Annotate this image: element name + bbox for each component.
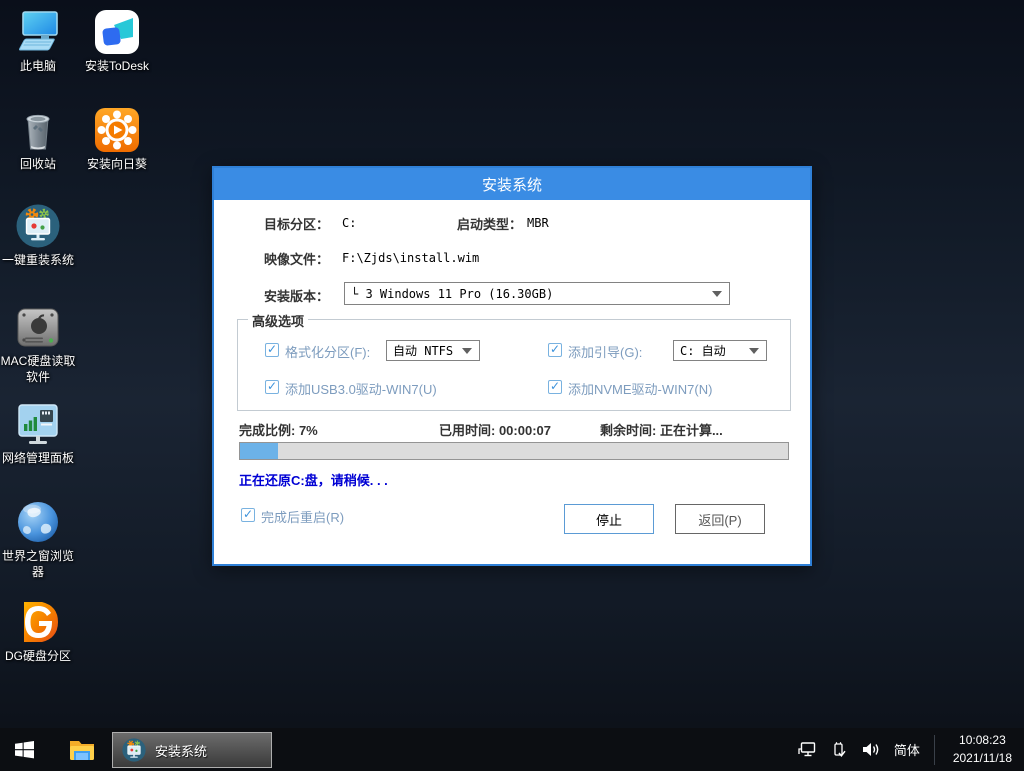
clock[interactable]: 10:08:23 2021/11/18 [949,732,1016,767]
install-system-dialog: 安装系统 目标分区： C: 启动类型： MBR 映像文件： F:\Zjds\in… [212,166,812,566]
reboot-after-finish-checkbox[interactable] [241,508,255,522]
sunflower-icon [93,106,141,154]
desktop-icon-label: 安装ToDesk [85,59,149,75]
image-file-label: 映像文件： [264,249,329,268]
desktop-icon-recycle-bin[interactable]: 回收站 [0,106,76,173]
boot-type-label: 启动类型： [457,214,522,233]
boot-target-select[interactable]: C: 自动 [673,340,767,361]
desktop-icon-mac-disk[interactable]: MAC硬盘读取软件 [0,303,76,385]
desktop-icon-label: MAC硬盘读取软件 [0,354,76,385]
nvme-driver-label: 添加NVME驱动-WIN7(N) [568,379,712,398]
reboot-after-finish-label: 完成后重启(R) [261,507,344,526]
desktop-icon-label: DG硬盘分区 [5,649,71,665]
clock-date: 2021/11/18 [953,751,1012,765]
dialog-titlebar[interactable]: 安装系统 [214,168,810,200]
chevron-down-icon [749,348,759,354]
image-file-value: F:\Zjds\install.wim [342,251,479,265]
chevron-down-icon [462,348,472,354]
format-partition-label: 格式化分区(F): [285,342,370,361]
format-type-select[interactable]: 自动 NTFS [386,340,480,361]
advanced-options-group: 高级选项 格式化分区(F): 自动 NTFS 添加引导(G): C: 自动 添加… [237,319,791,411]
format-partition-checkbox[interactable] [265,343,279,357]
this-pc-icon [14,8,62,56]
progress-percent-label: 完成比例: 7% [239,420,318,439]
reinstall-system-icon [14,202,62,250]
install-version-select[interactable]: └ 3 Windows 11 Pro (16.30GB) [344,282,730,305]
world-browser-icon [14,498,62,546]
add-boot-checkbox[interactable] [548,343,562,357]
chevron-down-icon [712,291,722,297]
desktop-icon-label: 一键重装系统 [2,253,74,269]
usb3-driver-label: 添加USB3.0驱动-WIN7(U) [285,379,437,398]
desktop-icon-network-panel[interactable]: 网络管理面板 [0,400,76,467]
file-explorer-icon [68,738,96,762]
install-version-value: └ 3 Windows 11 Pro (16.30GB) [351,287,553,301]
diskgenius-icon [14,598,62,646]
taskbar-task-install-system[interactable]: 安装系统 [112,732,272,768]
progress-remaining-label: 剩余时间: 正在计算... [600,420,723,439]
desktop-icon-diskgenius[interactable]: DG硬盘分区 [0,598,76,665]
volume-tray-icon[interactable] [861,741,880,758]
format-type-value: 自动 NTFS [393,342,453,359]
status-text: 正在还原C:盘，请稍候. . . [239,470,388,489]
network-panel-icon [14,400,62,448]
advanced-options-title: 高级选项 [248,311,308,330]
input-method-indicator[interactable]: 简体 [894,740,920,759]
taskbar: 安装系统 [0,728,1024,771]
install-version-label: 安装版本： [264,286,329,305]
taskbar-task-label: 安装系统 [155,741,207,760]
desktop: 此电脑 安装ToDesk 回收站 [0,0,1024,771]
install-system-task-icon [121,737,147,763]
desktop-icon-label: 安装向日葵 [87,157,147,173]
todesk-icon [93,8,141,56]
desktop-icon-todesk[interactable]: 安装ToDesk [79,8,155,75]
target-partition-label: 目标分区： [264,214,329,233]
back-button[interactable]: 返回(P) [675,504,765,534]
mac-disk-icon [14,303,62,351]
desktop-icon-world-browser[interactable]: 世界之窗浏览器 [0,498,76,580]
start-button[interactable] [0,728,48,771]
progress-elapsed-label: 已用时间: 00:00:07 [439,420,551,439]
windows-logo-icon [15,741,34,759]
add-boot-label: 添加引导(G): [568,342,642,361]
system-tray: 简体 10:08:23 2021/11/18 [797,728,1024,771]
usb3-driver-checkbox[interactable] [265,380,279,394]
boot-type-value: MBR [527,216,549,230]
progress-fill [240,443,278,459]
recycle-bin-icon [14,106,62,154]
nvme-driver-checkbox[interactable] [548,380,562,394]
network-tray-icon[interactable] [797,741,817,758]
desktop-icon-sunflower[interactable]: 安装向日葵 [79,106,155,173]
file-explorer-button[interactable] [58,728,106,771]
desktop-icon-this-pc[interactable]: 此电脑 [0,8,76,75]
usb-tray-icon[interactable] [831,741,847,759]
desktop-icon-label: 回收站 [20,157,56,173]
clock-time: 10:08:23 [959,733,1006,747]
dialog-title: 安装系统 [482,174,542,195]
desktop-icon-label: 世界之窗浏览器 [0,549,76,580]
stop-button[interactable]: 停止 [564,504,654,534]
boot-target-value: C: 自动 [680,342,726,359]
progress-bar [239,442,789,460]
desktop-icon-label: 此电脑 [20,59,56,75]
desktop-icon-reinstall-system[interactable]: 一键重装系统 [0,202,76,269]
tray-separator [934,735,935,765]
desktop-icon-label: 网络管理面板 [2,451,74,467]
target-partition-value: C: [342,216,356,230]
